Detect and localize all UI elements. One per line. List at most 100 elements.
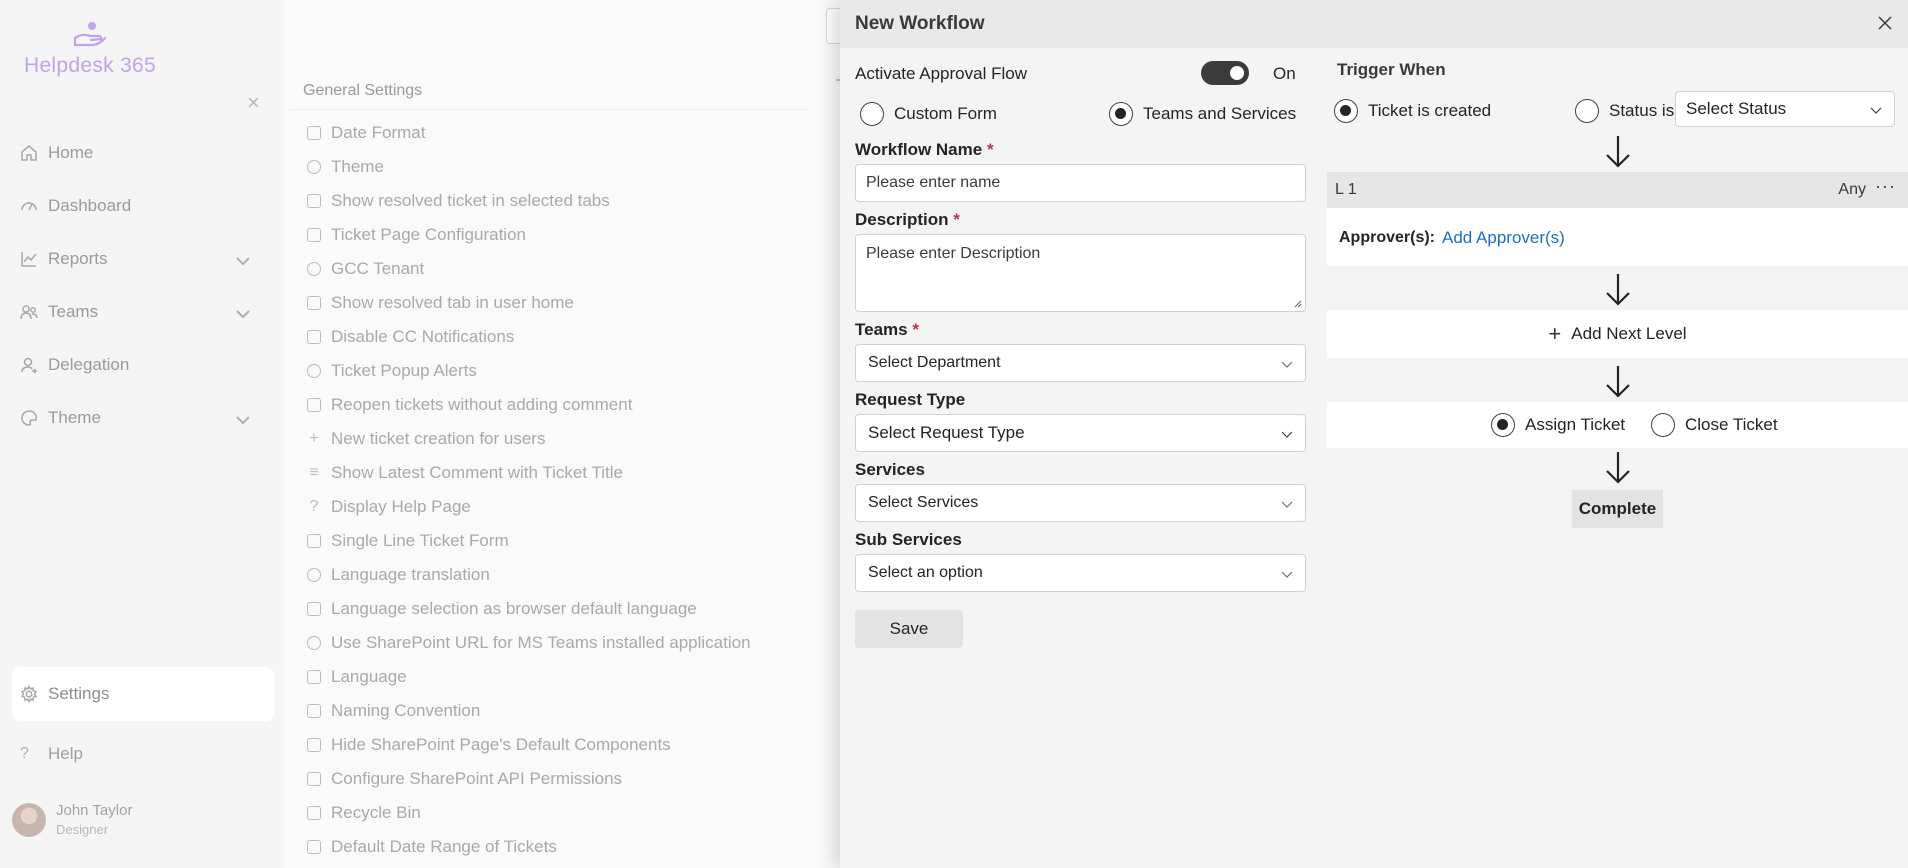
select-value: Select Department: [868, 354, 1001, 371]
lock-icon: [307, 398, 321, 412]
settings-item-reopen-tickets[interactable]: Reopen tickets without adding comment: [307, 388, 751, 422]
input-placeholder: Please enter name: [866, 174, 1001, 191]
add-next-level-button[interactable]: + Add Next Level: [1327, 310, 1908, 358]
sidebar-nav: Home Dashboard Reports Teams Delegation …: [0, 126, 284, 444]
sidebar-item-home[interactable]: Home: [0, 126, 284, 179]
settings-item-new-ticket-creation[interactable]: + New ticket creation for users: [307, 422, 751, 456]
scope-radio-group: Custom Form Teams and Services: [855, 96, 1306, 132]
settings-item-label: Language selection as browser default la…: [331, 599, 697, 618]
sidebar-item-theme[interactable]: Theme: [0, 391, 284, 444]
approval-flow-toggle[interactable]: [1201, 61, 1249, 85]
rename-icon: [307, 704, 321, 718]
sidebar-item-label: Home: [48, 142, 94, 162]
settings-item-label: Default Date Range of Tickets: [331, 837, 557, 856]
sidebar-item-teams[interactable]: Teams: [0, 285, 284, 338]
settings-item-show-resolved-tab[interactable]: Show resolved tab in user home: [307, 286, 751, 320]
settings-item-single-line-form[interactable]: Single Line Ticket Form: [307, 524, 751, 558]
settings-item-language[interactable]: Language: [307, 660, 751, 694]
radio-close-ticket[interactable]: Close Ticket: [1651, 413, 1778, 437]
services-select[interactable]: Select Services: [855, 484, 1306, 522]
complete-button[interactable]: Complete: [1572, 490, 1663, 528]
user-profile[interactable]: John Taylor Designer: [12, 802, 132, 837]
chevron-down-icon: [1870, 107, 1882, 114]
settings-item-show-resolved-ticket[interactable]: Show resolved ticket in selected tabs: [307, 184, 751, 218]
chevron-down-icon: [1281, 361, 1293, 368]
settings-item-date-format[interactable]: Date Format: [307, 116, 751, 150]
settings-item-label: New ticket creation for users: [331, 429, 546, 448]
teams-label: Teams *: [855, 320, 1306, 344]
settings-item-label: Recycle Bin: [331, 803, 421, 822]
level-header: L 1 Any ···: [1327, 172, 1908, 208]
radio-custom-form[interactable]: Custom Form: [860, 102, 997, 126]
app-logo: Helpdesk 365: [20, 20, 160, 78]
request-type-label: Request Type: [855, 390, 966, 409]
reports-icon: [21, 251, 37, 267]
help-icon: ?: [309, 498, 319, 515]
settings-item-label: Configure SharePoint API Permissions: [331, 769, 623, 788]
calendar-icon: [307, 840, 321, 854]
sidebar-item-label: Settings: [48, 684, 110, 703]
description-textarea[interactable]: Please enter Description: [855, 234, 1306, 312]
sidebar-item-delegation[interactable]: Delegation: [0, 338, 284, 391]
delegation-icon: [21, 357, 38, 374]
level-mode[interactable]: Any: [1838, 181, 1866, 199]
settings-item-gcc-tenant[interactable]: GCC Tenant: [307, 252, 751, 286]
settings-item-label: GCC Tenant: [331, 259, 425, 278]
workflow-name-input[interactable]: Please enter name: [855, 164, 1306, 202]
settings-item-label: Display Help Page: [331, 497, 471, 516]
teams-select[interactable]: Select Department: [855, 344, 1306, 382]
radio-label: Ticket is created: [1368, 101, 1492, 120]
add-approvers-link[interactable]: Add Approver(s): [1442, 228, 1565, 248]
settings-item-theme[interactable]: Theme: [307, 150, 751, 184]
status-select[interactable]: Select Status: [1675, 91, 1895, 127]
sub-services-select[interactable]: Select an option: [855, 554, 1306, 592]
sidebar-close-icon[interactable]: [248, 97, 259, 108]
sidebar-item-dashboard[interactable]: Dashboard: [0, 179, 284, 232]
search-input[interactable]: [826, 8, 840, 44]
settings-item-default-date-range[interactable]: Default Date Range of Tickets: [307, 830, 751, 864]
settings-item-sharepoint-api[interactable]: Configure SharePoint API Permissions: [307, 762, 751, 796]
settings-item-language-translation[interactable]: Language translation: [307, 558, 751, 592]
chevron-down-icon: [1281, 501, 1293, 508]
person-gear-icon: [307, 568, 321, 582]
radio-teams-services[interactable]: Teams and Services: [1109, 102, 1296, 126]
sidebar-item-reports[interactable]: Reports: [0, 232, 284, 285]
textarea-placeholder: Please enter Description: [866, 245, 1041, 262]
radio-status-is[interactable]: Status is: [1575, 99, 1674, 123]
radio-label: Teams and Services: [1143, 104, 1297, 123]
globe-icon: [307, 262, 321, 276]
settings-item-recycle-bin[interactable]: Recycle Bin: [307, 796, 751, 830]
plus-icon: +: [1548, 321, 1562, 346]
radio-circle: [1491, 413, 1515, 437]
settings-item-sharepoint-url[interactable]: Use SharePoint URL for MS Teams installe…: [307, 626, 751, 660]
button-label: Add Next Level: [1571, 324, 1687, 343]
radio-ticket-created[interactable]: Ticket is created: [1334, 99, 1491, 123]
settings-item-display-help[interactable]: ? Display Help Page: [307, 490, 751, 524]
workflow-form: Activate Approval Flow On Custom Form Te…: [855, 48, 1306, 648]
sidebar-item-help[interactable]: ? Help: [20, 744, 83, 764]
chevron-down-icon: [1281, 431, 1293, 438]
level-body: Approver(s): Add Approver(s): [1327, 208, 1908, 266]
approvers-label: Approver(s):: [1339, 229, 1436, 246]
settings-item-ticket-page-config[interactable]: Ticket Page Configuration: [307, 218, 751, 252]
resize-grip-icon[interactable]: [1292, 298, 1302, 308]
radio-assign-ticket[interactable]: Assign Ticket: [1491, 413, 1625, 437]
sidebar-item-settings[interactable]: Settings: [12, 667, 274, 721]
settings-item-naming-convention[interactable]: Naming Convention: [307, 694, 751, 728]
close-icon[interactable]: [1878, 16, 1892, 30]
help-icon: ?: [20, 745, 29, 762]
settings-item-language-browser-default[interactable]: Language selection as browser default la…: [307, 592, 751, 626]
more-options-icon[interactable]: ···: [1875, 176, 1896, 197]
radio-circle: [1651, 413, 1675, 437]
arrow-down-icon: [1606, 136, 1630, 168]
settings-item-ticket-popup[interactable]: Ticket Popup Alerts: [307, 354, 751, 388]
arrow-down-icon: [1606, 452, 1630, 484]
settings-item-disable-cc[interactable]: Disable CC Notifications: [307, 320, 751, 354]
save-button[interactable]: Save: [855, 610, 963, 648]
settings-item-latest-comment[interactable]: ≡ Show Latest Comment with Ticket Title: [307, 456, 751, 490]
request-type-select[interactable]: Select Request Type: [855, 414, 1306, 452]
sidebar-item-label: Theme: [48, 407, 101, 427]
select-value: Select Request Type: [868, 423, 1025, 442]
lines-icon: ≡: [309, 464, 319, 481]
settings-item-hide-sharepoint[interactable]: Hide SharePoint Page's Default Component…: [307, 728, 751, 762]
